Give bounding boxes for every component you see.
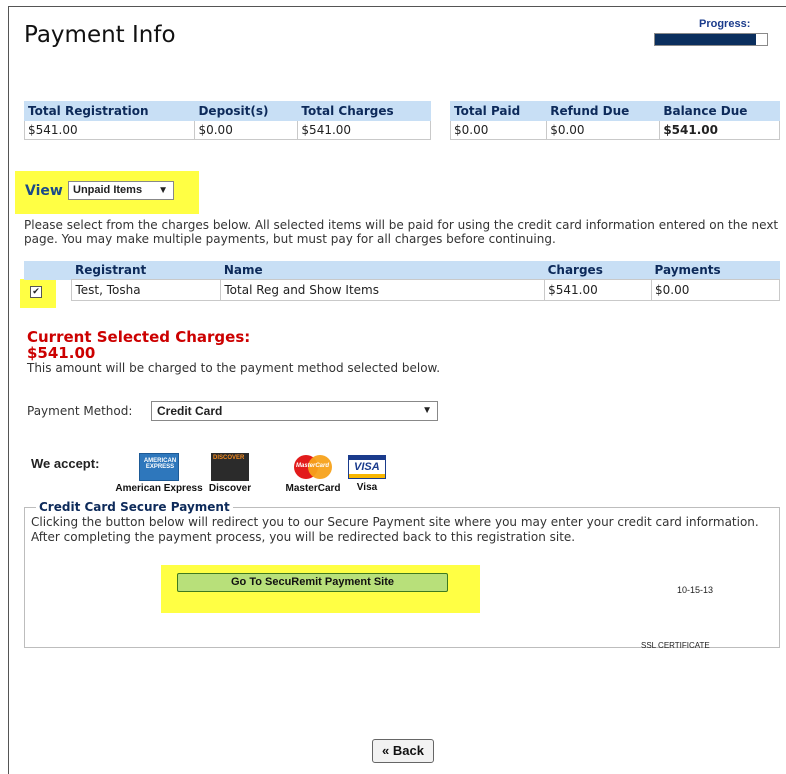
summary-header-total-paid: Total Paid (449, 101, 548, 121)
instructions-text: Please select from the charges below. Al… (24, 218, 779, 246)
charges-header-payments: Payments (651, 261, 780, 280)
charges-table: Registrant Name Charges Payments ✔ Test,… (24, 261, 780, 301)
payment-method-dropdown[interactable]: Credit Card ▼ (151, 401, 438, 421)
chevron-down-icon: ▼ (158, 185, 168, 196)
card-name-amex: American Express (115, 483, 203, 494)
charge-note: This amount will be charged to the payme… (27, 361, 441, 375)
card-name-visa: Visa (356, 482, 378, 493)
card-visa: VISA Visa (345, 455, 389, 493)
progress-bar (654, 33, 768, 46)
go-to-securemit-button[interactable]: Go To SecuRemit Payment Site (177, 573, 448, 592)
charges-header-charges: Charges (544, 261, 652, 280)
payment-method-label: Payment Method: (27, 404, 133, 418)
summary-value-refund-due: $0.00 (546, 120, 661, 140)
summary-value-total-paid: $0.00 (449, 120, 548, 140)
card-mastercard: MasterCard MasterCard (281, 453, 345, 494)
secure-payment-text: Clicking the button below will redirect … (31, 515, 759, 544)
card-discover: DISCOVER Discover (206, 453, 254, 494)
select-cell: ✔ (24, 280, 72, 301)
summary-value-balance-due: $541.00 (659, 120, 780, 140)
registrant-cell: Test, Tosha (71, 279, 222, 301)
secure-payment-legend: Credit Card Secure Payment (39, 500, 230, 514)
page-title: Payment Info (24, 22, 176, 48)
charges-header-name: Name (220, 261, 545, 280)
payment-amount-cell: $0.00 (651, 279, 780, 301)
chevron-down-icon: ▼ (422, 405, 432, 416)
charge-select-checkbox[interactable]: ✔ (30, 285, 42, 298)
charge-amount-cell: $541.00 (544, 279, 653, 301)
we-accept-label: We accept: (31, 456, 100, 471)
card-name-discover: Discover (208, 483, 252, 494)
card-amex: AMERICAN EXPRESS American Express (114, 453, 204, 494)
summary-value-total-charges: $541.00 (297, 120, 431, 140)
view-dropdown-value: Unpaid Items (73, 184, 143, 196)
summary-value-total-registration: $541.00 (23, 120, 196, 140)
summary-header-total-charges: Total Charges (297, 101, 431, 121)
view-dropdown[interactable]: Unpaid Items ▼ (68, 181, 174, 200)
charges-header-registrant: Registrant (71, 261, 221, 280)
discover-icon: DISCOVER (211, 453, 249, 481)
ssl-certificate-link[interactable]: SSL CERTIFICATE (641, 641, 710, 650)
view-label: View (25, 183, 63, 199)
card-name-mastercard: MasterCard (285, 483, 341, 494)
charges-header-select (24, 261, 72, 280)
summary-header-refund-due: Refund Due (546, 101, 661, 121)
summary-value-deposits: $0.00 (194, 120, 299, 140)
current-charges-amount: $541.00 (27, 344, 96, 362)
payment-method-value: Credit Card (157, 404, 223, 418)
summary-header-balance-due: Balance Due (659, 101, 780, 121)
ssl-certificate-date: 10-15-13 (677, 585, 714, 595)
summary-header-deposits: Deposit(s) (194, 101, 299, 121)
progress-label: Progress: (699, 18, 751, 30)
back-button[interactable]: « Back (372, 739, 434, 763)
amex-icon: AMERICAN EXPRESS (139, 453, 179, 481)
charge-name-cell: Total Reg and Show Items (220, 279, 546, 301)
summary-table-left: Total Registration Deposit(s) Total Char… (23, 101, 431, 140)
table-row: ✔ Test, Tosha Total Reg and Show Items $… (24, 279, 780, 301)
visa-icon: VISA (348, 455, 386, 479)
progress-fill (655, 34, 756, 45)
mastercard-icon: MasterCard (292, 453, 334, 481)
summary-table-right: Total Paid Refund Due Balance Due $0.00 … (449, 101, 780, 140)
summary-header-total-registration: Total Registration (23, 101, 196, 121)
